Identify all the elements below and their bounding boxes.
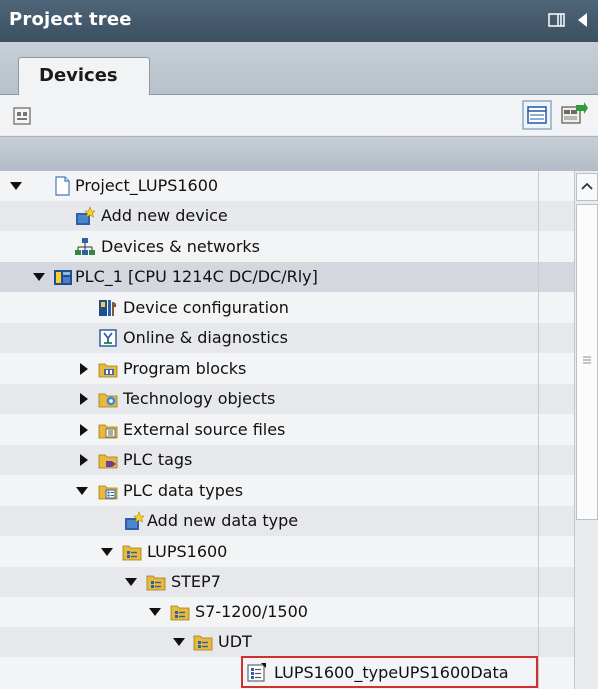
tree-row-s7-1200-1500[interactable]: S7-1200/1500 [0, 597, 574, 627]
collapse-arrow-icon[interactable] [80, 454, 88, 466]
folder-group-icon [170, 602, 190, 622]
tree-item-label: LUPS1600 [147, 542, 228, 561]
tree-row-device-configuration[interactable]: Device configuration [0, 293, 574, 323]
tree-item-label: External source files [123, 420, 286, 439]
filter-bar [0, 136, 598, 172]
device-config-icon [98, 298, 118, 318]
tree-row-external-source-files[interactable]: External source files [0, 415, 574, 445]
vertical-scrollbar[interactable] [574, 171, 598, 689]
expand-arrow-icon[interactable] [125, 578, 137, 586]
split-view-icon[interactable] [548, 11, 566, 29]
tree-row-plc1[interactable]: PLC_1 [CPU 1214C DC/DC/Rly] [0, 262, 574, 292]
expand-arrow-icon[interactable] [10, 182, 22, 190]
tree-row-plc-tags[interactable]: PLC tags [0, 445, 574, 475]
tree-item-label: S7-1200/1500 [195, 602, 308, 621]
diagnostics-icon [98, 328, 118, 348]
add-device-icon [75, 206, 96, 226]
title-bar: Project tree [0, 0, 598, 42]
tree-row-step7[interactable]: STEP7 [0, 567, 574, 597]
folder-datatypes-icon [98, 481, 118, 501]
folder-group-icon [122, 542, 142, 562]
tree-item-label: PLC data types [123, 481, 244, 500]
project-tree: Project_LUPS1600 Add new device Devices … [0, 171, 574, 689]
folder-group-icon [193, 632, 213, 652]
column-separator [538, 171, 539, 689]
expand-arrow-icon[interactable] [149, 608, 161, 616]
collapse-panel-icon[interactable] [574, 11, 592, 29]
expand-arrow-icon[interactable] [33, 273, 45, 281]
project-tree-panel: Project tree Devices Project_LUPS1600 Ad… [0, 0, 598, 689]
collapse-arrow-icon[interactable] [80, 363, 88, 375]
collapse-arrow-icon[interactable] [80, 424, 88, 436]
tree-row-plc-data-types[interactable]: PLC data types [0, 476, 574, 506]
tree-item-label: Technology objects [123, 389, 276, 408]
tree-row-project[interactable]: Project_LUPS1600 [0, 171, 574, 201]
expand-arrow-icon[interactable] [173, 638, 185, 646]
tree-row-add-new-data-type[interactable]: Add new data type [0, 506, 574, 536]
toolbar [0, 95, 598, 135]
scroll-thumb[interactable] [576, 204, 598, 520]
tree-row-technology-objects[interactable]: Technology objects [0, 384, 574, 414]
folder-technology-icon [98, 389, 118, 409]
view-details-icon[interactable] [522, 100, 552, 134]
folder-source-icon [98, 420, 118, 440]
tree-row-lups1600[interactable]: LUPS1600 [0, 537, 574, 567]
add-datatype-icon [124, 511, 145, 531]
tree-row-program-blocks[interactable]: Program blocks [0, 354, 574, 384]
tree-item-label: PLC tags [123, 450, 193, 469]
tree-item-label: STEP7 [171, 572, 221, 591]
tab-devices[interactable]: Devices [18, 57, 150, 95]
expand-arrow-icon[interactable] [101, 548, 113, 556]
tree-item-label: Device configuration [123, 298, 289, 317]
panel-title: Project tree [9, 9, 132, 30]
tree-item-label: Online & diagnostics [123, 328, 288, 347]
folder-tags-icon [98, 450, 118, 470]
scroll-up-button[interactable] [576, 173, 598, 201]
tree-row-add-new-device[interactable]: Add new device [0, 201, 574, 231]
tree-item-label: PLC_1 [CPU 1214C DC/DC/Rly] [75, 267, 318, 286]
folder-group-icon [146, 572, 166, 592]
project-icon [52, 176, 72, 196]
tree-item-label: Project_LUPS1600 [75, 176, 219, 195]
folder-program-icon [98, 359, 118, 379]
tree-row-udt[interactable]: UDT [0, 627, 574, 657]
tree-item-label: Program blocks [123, 359, 247, 378]
highlight-box [241, 656, 538, 688]
save-window-settings-icon[interactable] [560, 102, 588, 132]
tree-item-label: Add new data type [147, 511, 299, 530]
collapse-arrow-icon[interactable] [80, 393, 88, 405]
tree-item-label: Add new device [101, 206, 228, 225]
tree-row-online-diagnostics[interactable]: Online & diagnostics [0, 323, 574, 353]
plc-icon [53, 267, 73, 287]
tree-item-label: UDT [218, 632, 252, 651]
network-icon [75, 237, 95, 257]
tree-item-label: Devices & networks [101, 237, 261, 256]
tab-strip: Devices [0, 42, 598, 95]
expand-arrow-icon[interactable] [76, 487, 88, 495]
device-overview-icon[interactable] [11, 105, 33, 131]
tree-row-devices-networks[interactable]: Devices & networks [0, 232, 574, 262]
